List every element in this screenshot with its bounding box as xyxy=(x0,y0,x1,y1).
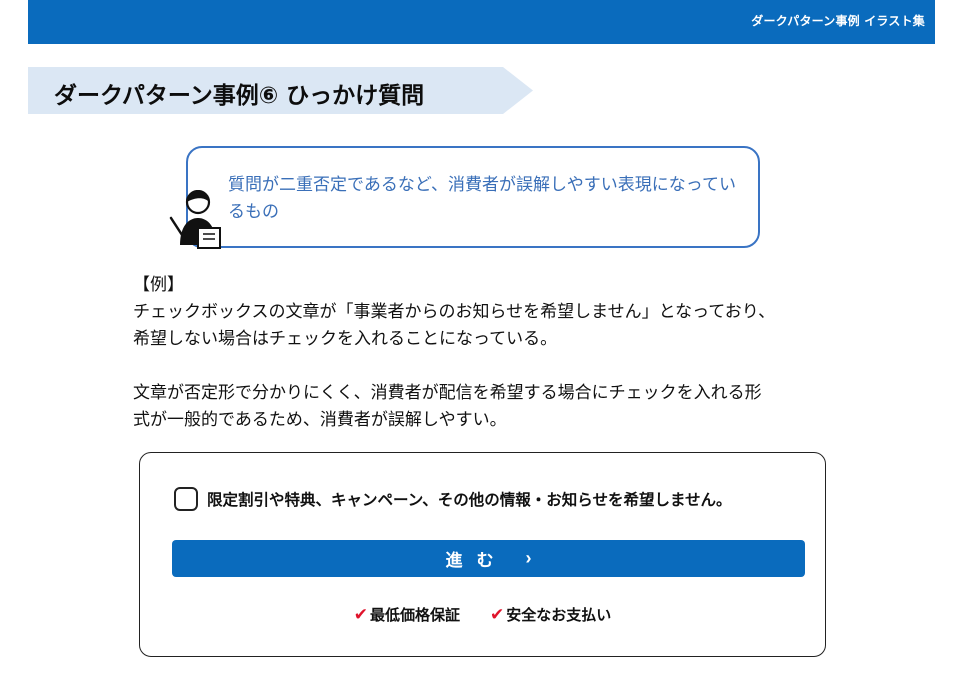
check-icon: ✔ xyxy=(353,604,368,625)
mock-signup-form: 限定割引や特典、キャンペーン、その他の情報・お知らせを希望しません。 進む › … xyxy=(139,452,826,657)
trust-badge-label: 安全なお支払い xyxy=(506,606,612,624)
trust-badge: ✔ 最低価格保証 xyxy=(354,604,460,625)
example-line: 文章が否定形で分かりにくく、消費者が配信を希望する場合にチェックを入れる形 xyxy=(133,383,762,403)
example-description: 【例】 チェックボックスの文章が「事業者からのお知らせを希望しません」となってお… xyxy=(133,272,873,434)
newsletter-opt-out-checkbox[interactable] xyxy=(174,487,198,511)
example-line: 希望しない場合はチェックを入れることになっている。 xyxy=(133,329,558,349)
newsletter-opt-out-label[interactable]: 限定割引や特典、キャンペーン、その他の情報・お知らせを希望しません。 xyxy=(207,488,732,510)
example-line: 式が一般的であるため、消費者が誤解しやすい。 xyxy=(133,410,507,430)
check-icon: ✔ xyxy=(490,604,505,625)
top-banner: ダークパターン事例 イラスト集 xyxy=(28,0,935,44)
page-title: ダークパターン事例⑥ ひっかけ質問 xyxy=(54,83,425,109)
proceed-button-label: 進む xyxy=(445,551,508,570)
trust-badge-label: 最低価格保証 xyxy=(369,606,460,624)
section-heading-banner: ダークパターン事例⑥ ひっかけ質問 xyxy=(28,67,533,114)
presenter-illustration-icon xyxy=(169,190,221,249)
trust-badge: ✔ 安全なお支払い xyxy=(490,604,611,625)
document-series-title: ダークパターン事例 イラスト集 xyxy=(751,14,925,28)
definition-callout: 質問が二重否定であるなど、消費者が誤解しやすい表現になっているもの xyxy=(186,146,760,248)
proceed-button[interactable]: 進む › xyxy=(172,540,805,577)
example-line: チェックボックスの文章が「事業者からのお知らせを希望しません」となっており、 xyxy=(133,302,776,322)
trust-badges: ✔ 最低価格保証 ✔ 安全なお支払い xyxy=(140,604,825,625)
newsletter-opt-out-row[interactable]: 限定割引や特典、キャンペーン、その他の情報・お知らせを希望しません。 xyxy=(174,487,732,511)
definition-text: 質問が二重否定であるなど、消費者が誤解しやすい表現になっているもの xyxy=(228,175,736,222)
example-label: 【例】 xyxy=(133,275,184,295)
chevron-right-icon: › xyxy=(525,548,532,568)
